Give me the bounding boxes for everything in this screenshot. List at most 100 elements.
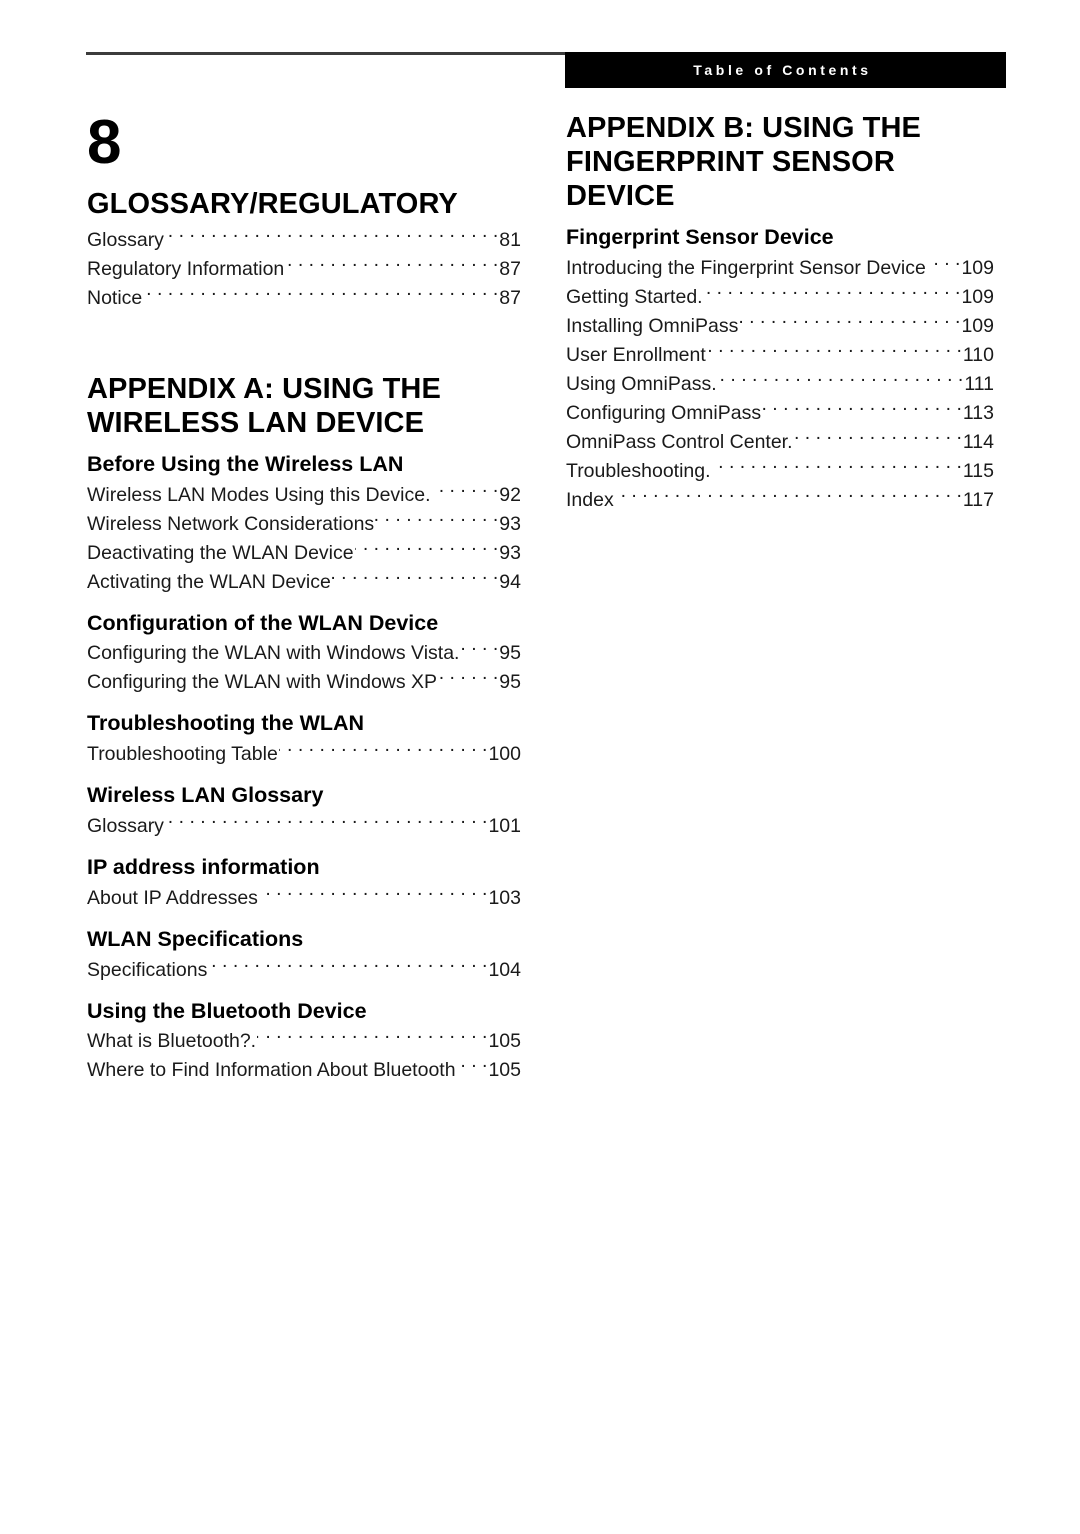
- toc-entry[interactable]: Wireless Network Considerations 93: [87, 510, 521, 539]
- toc-entry-page-number: 105: [488, 1059, 521, 1082]
- toc-entry[interactable]: Troubleshooting Table 100: [87, 740, 521, 769]
- toc-entry[interactable]: About IP Addresses 103: [87, 884, 521, 913]
- toc-entry-page-number: 104: [488, 958, 521, 981]
- entry-list: Introducing the Fingerprint Sensor Devic…: [566, 254, 994, 515]
- toc-entry-label: About IP Addresses: [87, 886, 258, 909]
- entry-list: Specifications 104: [87, 956, 521, 985]
- toc-column-right: APPENDIX B: USING THE FINGERPRINT SENSOR…: [566, 112, 994, 515]
- running-head: Table of Contents: [565, 52, 1006, 88]
- toc-dot-leader: [432, 481, 499, 501]
- toc-entry[interactable]: Installing OmniPass 109: [566, 312, 994, 341]
- toc-entry-label: Troubleshooting.: [566, 459, 711, 482]
- toc-entry[interactable]: Glossary 81: [87, 226, 521, 255]
- toc-dot-leader: [165, 226, 498, 246]
- toc-entry-label: Configuring OmniPass: [566, 401, 762, 424]
- toc-dot-leader: [259, 884, 488, 904]
- toc-entry-label: Installing OmniPass: [566, 314, 739, 337]
- section-heading: Configuration of the WLAN Device: [87, 610, 439, 635]
- toc-entry-label: Glossary: [87, 814, 164, 837]
- toc-dot-leader: [208, 956, 487, 976]
- toc-entry[interactable]: Glossary 101: [87, 812, 521, 841]
- toc-entry[interactable]: OmniPass Control Center. 114: [566, 428, 994, 457]
- section-heading: Using the Bluetooth Device: [87, 998, 367, 1023]
- toc-entry-label: Specifications: [87, 958, 208, 981]
- part-title-appendix-b: APPENDIX B: USING THE FINGERPRINT SENSOR…: [566, 112, 921, 212]
- toc-entry[interactable]: Configuring the WLAN with Windows Vista.…: [87, 639, 521, 668]
- toc-entry-page-number: 87: [499, 257, 521, 280]
- entry-list: Configuring the WLAN with Windows Vista.…: [87, 639, 521, 697]
- toc-entry[interactable]: Notice 87: [87, 284, 521, 313]
- toc-dot-leader: [355, 539, 499, 559]
- toc-entry-label: Glossary: [87, 228, 164, 251]
- entry-list: Troubleshooting Table 100: [87, 740, 521, 769]
- toc-entry[interactable]: Configuring the WLAN with Windows XP 95: [87, 668, 521, 697]
- toc-entry-page-number: 92: [499, 483, 521, 506]
- entry-list: Wireless LAN Modes Using this Device.92W…: [87, 481, 521, 597]
- toc-entry-page-number: 93: [499, 512, 521, 535]
- toc-entry[interactable]: Wireless LAN Modes Using this Device. 92: [87, 481, 521, 510]
- toc-entry[interactable]: Getting Started. 109: [566, 283, 994, 312]
- toc-entry[interactable]: Where to Find Information About Bluetoot…: [87, 1056, 521, 1085]
- toc-dot-leader: [460, 640, 498, 660]
- toc-dot-leader: [712, 457, 962, 477]
- toc-dot-leader: [707, 341, 962, 361]
- toc-entry-label: What is Bluetooth?.: [87, 1030, 257, 1053]
- entry-list: About IP Addresses 103: [87, 884, 521, 913]
- part-title-glossary-regulatory: GLOSSARY/REGULATORY: [87, 188, 458, 220]
- toc-entry-label: User Enrollment: [566, 343, 706, 366]
- toc-entry[interactable]: Using OmniPass. 111: [566, 370, 994, 399]
- toc-entry-page-number: 101: [488, 814, 521, 837]
- entry-list-glossary-regulatory: Glossary 81 Regulatory Information87Notice…: [87, 226, 521, 313]
- section-heading: Troubleshooting the WLAN: [87, 711, 365, 736]
- appendix-a-sections: Before Using the Wireless LAN Wireless LA…: [87, 452, 521, 1086]
- section-heading: WLAN Specifications: [87, 926, 304, 951]
- entry-list: What is Bluetooth?. 105 Where to Find Info…: [87, 1027, 521, 1085]
- toc-entry[interactable]: User Enrollment 110: [566, 341, 994, 370]
- toc-entry[interactable]: Troubleshooting. 115: [566, 457, 994, 486]
- toc-dot-leader: [718, 370, 964, 390]
- toc-entry[interactable]: Regulatory Information 87: [87, 255, 521, 284]
- toc-entry-page-number: 87: [499, 286, 521, 309]
- toc-entry-page-number: 115: [962, 459, 994, 482]
- toc-entry-label: Troubleshooting Table: [87, 743, 278, 766]
- section-heading: Before Using the Wireless LAN: [87, 451, 404, 476]
- toc-entry[interactable]: Activating the WLAN Device 94: [87, 568, 521, 597]
- toc-entry-page-number: 81: [499, 228, 521, 251]
- toc-dot-leader: [165, 812, 488, 832]
- toc-entry[interactable]: Configuring OmniPass 113: [566, 399, 994, 428]
- toc-dot-leader: [927, 254, 961, 274]
- toc-entry-page-number: 109: [961, 256, 994, 279]
- toc-entry-page-number: 93: [499, 541, 521, 564]
- toc-entry[interactable]: Introducing the Fingerprint Sensor Devic…: [566, 254, 994, 283]
- toc-dot-leader: [457, 1057, 488, 1077]
- toc-entry-page-number: 94: [499, 570, 521, 593]
- toc-entry[interactable]: Index 117: [566, 486, 994, 515]
- toc-dot-leader: [762, 399, 962, 419]
- toc-entry-label: Introducing the Fingerprint Sensor Devic…: [566, 256, 926, 279]
- section-heading: IP address information: [87, 854, 320, 879]
- toc-entry-label: Wireless Network Considerations: [87, 512, 375, 535]
- appendix-b-sections: Fingerprint Sensor Device Introducing the…: [566, 225, 994, 515]
- toc-entry-label: Notice: [87, 286, 143, 309]
- toc-column-left: 8 GLOSSARY/REGULATORY Glossary81Regulato…: [87, 112, 521, 1085]
- toc-entry-label: Configuring the WLAN with Windows Vista.: [87, 642, 460, 665]
- toc-entry-page-number: 114: [962, 430, 994, 453]
- toc-entry-label: OmniPass Control Center.: [566, 430, 793, 453]
- toc-entry-label: Getting Started.: [566, 285, 703, 308]
- toc-entry-page-number: 110: [962, 343, 994, 366]
- part-title-appendix-a: APPENDIX A: USING THE WIRELESS LAN DEVIC…: [87, 372, 441, 439]
- toc-entry[interactable]: Deactivating the WLAN Device 93: [87, 539, 521, 568]
- toc-entry-page-number: 105: [488, 1030, 521, 1053]
- toc-dot-leader: [704, 283, 961, 303]
- toc-entry-page-number: 113: [962, 401, 994, 424]
- toc-entry[interactable]: What is Bluetooth?. 105: [87, 1027, 521, 1056]
- toc-entry-label: Configuring the WLAN with Windows XP: [87, 671, 438, 694]
- toc-entry[interactable]: Specifications 104: [87, 956, 521, 985]
- toc-entry-label: Using OmniPass.: [566, 372, 717, 395]
- toc-dot-leader: [739, 312, 960, 332]
- toc-entry-page-number: 109: [961, 314, 994, 337]
- toc-dot-leader: [285, 255, 498, 275]
- toc-dot-leader: [257, 1028, 487, 1048]
- toc-entry-page-number: 95: [499, 671, 521, 694]
- toc-dot-leader: [438, 669, 498, 689]
